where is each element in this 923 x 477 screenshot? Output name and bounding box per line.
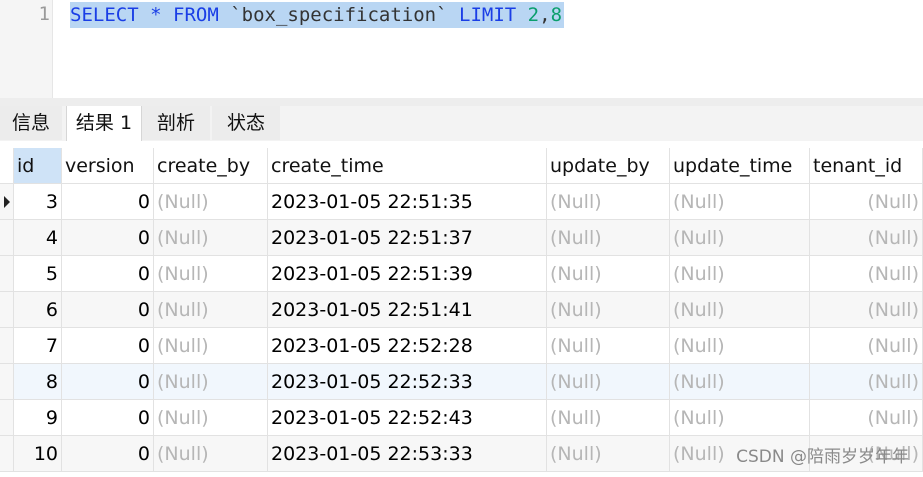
cell-create-time[interactable]: 2023-01-05 22:52:28: [268, 328, 547, 364]
cell-update-by[interactable]: (Null): [547, 256, 670, 292]
cell-tenant-id[interactable]: (Null): [810, 328, 923, 364]
cell-create-by[interactable]: (Null): [154, 400, 268, 436]
row-indicator[interactable]: [0, 400, 14, 436]
cell-create-by[interactable]: (Null): [154, 256, 268, 292]
table-row[interactable]: 7 0 (Null) 2023-01-05 22:52:28 (Null) (Null)(…: [0, 328, 923, 364]
cell-update-time[interactable]: (Null): [670, 220, 810, 256]
cell-tenant-id[interactable]: (Null): [810, 400, 923, 436]
tab-profile[interactable]: 剖析: [142, 106, 210, 140]
row-indicator[interactable]: [0, 256, 14, 292]
cell-create-by[interactable]: (Null): [154, 184, 268, 220]
table-row[interactable]: 3 0 (Null) 2023-01-05 22:51:35 (Null) (Null)(…: [0, 184, 923, 220]
column-header-create-by[interactable]: create_by: [154, 148, 268, 184]
cell-id[interactable]: 6: [14, 292, 62, 328]
column-header-tenant-id[interactable]: tenant_id: [810, 148, 923, 184]
cell-create-by[interactable]: (Null): [154, 436, 268, 472]
cell-id[interactable]: 3: [14, 184, 62, 220]
cell-id[interactable]: 8: [14, 364, 62, 400]
watermark: CSDN @陪雨岁岁年年: [736, 447, 909, 467]
column-header-create-time[interactable]: create_time: [268, 148, 547, 184]
row-indicator[interactable]: [0, 220, 14, 256]
cell-version[interactable]: 0: [62, 220, 154, 256]
cell-version[interactable]: 0: [62, 364, 154, 400]
pane-splitter[interactable]: [0, 98, 923, 106]
cell-version[interactable]: 0: [62, 184, 154, 220]
table-row[interactable]: 5 0 (Null) 2023-01-05 22:51:39 (Null) (Null)(…: [0, 256, 923, 292]
cell-update-by[interactable]: (Null): [547, 292, 670, 328]
result-tabs: 信息 结果 1 剖析 状态: [0, 106, 923, 141]
cell-version[interactable]: 0: [62, 328, 154, 364]
cell-id[interactable]: 10: [14, 436, 62, 472]
cell-id[interactable]: 9: [14, 400, 62, 436]
cell-id[interactable]: 7: [14, 328, 62, 364]
cell-id[interactable]: 5: [14, 256, 62, 292]
column-header-id[interactable]: id: [14, 148, 62, 184]
cell-tenant-id[interactable]: (Null): [810, 364, 923, 400]
cell-update-time[interactable]: (Null): [670, 184, 810, 220]
cell-update-time[interactable]: (Null): [670, 256, 810, 292]
row-indicator[interactable]: [0, 292, 14, 328]
cell-update-by[interactable]: (Null): [547, 220, 670, 256]
sql-keyword-from: FROM: [173, 4, 219, 26]
sql-editor[interactable]: 1 SELECT * FROM `box_specification` LIMI…: [0, 0, 923, 100]
cell-create-time[interactable]: 2023-01-05 22:53:33: [268, 436, 547, 472]
cell-update-by[interactable]: (Null): [547, 184, 670, 220]
cell-create-time[interactable]: 2023-01-05 22:51:35: [268, 184, 547, 220]
cell-id[interactable]: 4: [14, 220, 62, 256]
sql-comma: ,: [539, 4, 551, 26]
current-row-arrow-icon: [4, 196, 10, 208]
line-number: 1: [38, 3, 50, 25]
cell-tenant-id[interactable]: (Null): [810, 184, 923, 220]
row-indicator[interactable]: [0, 328, 14, 364]
tab-result-1[interactable]: 结果 1: [66, 106, 142, 141]
cell-create-by[interactable]: (Null): [154, 364, 268, 400]
row-indicator[interactable]: [0, 184, 14, 220]
table-row[interactable]: 4 0 (Null) 2023-01-05 22:51:37 (Null) (Null)(…: [0, 220, 923, 256]
cell-update-by[interactable]: (Null): [547, 436, 670, 472]
column-header-version[interactable]: version: [62, 148, 154, 184]
column-header-update-by[interactable]: update_by: [547, 148, 670, 184]
sql-star: *: [150, 4, 162, 26]
cell-create-time[interactable]: 2023-01-05 22:52:33: [268, 364, 547, 400]
table-header: id version create_by create_time update_…: [0, 148, 923, 184]
sql-table-name: `box_specification`: [230, 4, 448, 26]
table-row[interactable]: 8 0 (Null) 2023-01-05 22:52:33 (Null) (Null)(…: [0, 364, 923, 400]
cell-create-by[interactable]: (Null): [154, 220, 268, 256]
cell-tenant-id[interactable]: (Null): [810, 256, 923, 292]
sql-query-line[interactable]: SELECT * FROM `box_specification` LIMIT …: [70, 2, 565, 28]
cell-tenant-id[interactable]: (Null): [810, 220, 923, 256]
cell-version[interactable]: 0: [62, 256, 154, 292]
cell-update-by[interactable]: (Null): [547, 400, 670, 436]
line-gutter: 1: [0, 0, 53, 100]
cell-update-by[interactable]: (Null): [547, 364, 670, 400]
tab-info[interactable]: 信息: [0, 106, 62, 140]
cell-update-time[interactable]: (Null): [670, 364, 810, 400]
table-row[interactable]: 9 0 (Null) 2023-01-05 22:52:43 (Null) (Null)(…: [0, 400, 923, 436]
sql-keyword-select: SELECT: [70, 4, 139, 26]
cell-create-time[interactable]: 2023-01-05 22:51:37: [268, 220, 547, 256]
cell-update-time[interactable]: (Null): [670, 328, 810, 364]
cell-update-time[interactable]: (Null): [670, 400, 810, 436]
row-indicator[interactable]: [0, 436, 14, 472]
table-row[interactable]: 6 0 (Null) 2023-01-05 22:51:41 (Null) (Null)(…: [0, 292, 923, 328]
cell-create-time[interactable]: 2023-01-05 22:51:39: [268, 256, 547, 292]
cell-tenant-id[interactable]: (Null): [810, 292, 923, 328]
tab-status[interactable]: 状态: [212, 106, 280, 140]
cell-create-by[interactable]: (Null): [154, 328, 268, 364]
sql-limit-count: 8: [550, 4, 563, 26]
cell-update-time[interactable]: (Null): [670, 292, 810, 328]
cell-create-by[interactable]: (Null): [154, 292, 268, 328]
header-corner: [0, 148, 14, 184]
cell-version[interactable]: 0: [62, 436, 154, 472]
cell-version[interactable]: 0: [62, 292, 154, 328]
column-header-update-time[interactable]: update_time: [670, 148, 810, 184]
sql-keyword-limit: LIMIT: [459, 4, 517, 26]
cell-create-time[interactable]: 2023-01-05 22:51:41: [268, 292, 547, 328]
cell-update-by[interactable]: (Null): [547, 328, 670, 364]
row-indicator[interactable]: [0, 364, 14, 400]
cell-create-time[interactable]: 2023-01-05 22:52:43: [268, 400, 547, 436]
cell-version[interactable]: 0: [62, 400, 154, 436]
sql-limit-offset: 2: [527, 4, 540, 26]
